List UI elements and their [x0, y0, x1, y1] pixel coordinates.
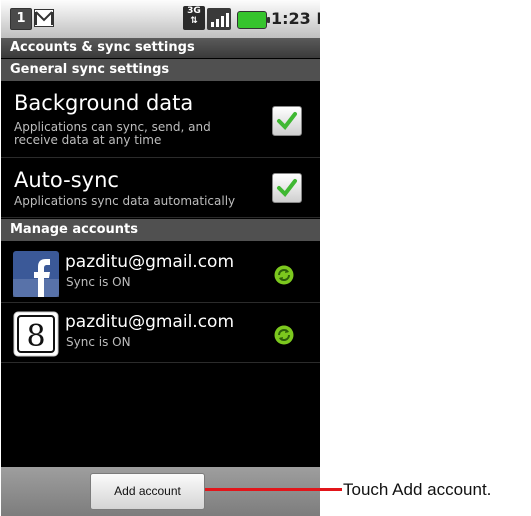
svg-text:8: 8 — [26, 319, 45, 354]
bottom-bar: Add account — [1, 467, 320, 516]
account-status: Sync is ON — [66, 335, 131, 349]
pref-title: Background data — [14, 91, 194, 115]
account-email: pazditu@gmail.com — [65, 252, 235, 272]
callout-line — [205, 488, 342, 491]
pref-title: Auto-sync — [14, 168, 119, 192]
sync-icon — [274, 325, 294, 345]
auto-sync-checkbox[interactable] — [272, 173, 302, 203]
account-status: Sync is ON — [66, 275, 131, 289]
pref-auto-sync[interactable]: Auto-sync Applications sync data automat… — [1, 158, 320, 218]
facebook-icon — [13, 251, 59, 297]
account-email: pazditu@gmail.com — [65, 312, 235, 332]
google-icon: 8 — [13, 311, 59, 357]
pref-background-data[interactable]: Background data Applications can sync, s… — [1, 81, 320, 158]
phone-screen: 1 3G ⇅ 1:23 PM Accounts & sync settings … — [1, 0, 320, 516]
clock: 1:23 PM — [271, 9, 320, 28]
add-account-button[interactable]: Add account — [90, 473, 205, 510]
background-data-checkbox[interactable] — [272, 106, 302, 136]
section-header-general: General sync settings — [1, 59, 320, 81]
checkmark-icon — [277, 112, 297, 131]
section-header-accounts: Manage accounts — [1, 219, 320, 241]
sync-icon — [274, 265, 294, 285]
page-title: Accounts & sync settings — [1, 38, 320, 58]
battery-icon — [237, 11, 270, 29]
network-3g-icon: 3G ⇅ — [183, 6, 205, 30]
account-row-facebook[interactable]: pazditu@gmail.com Sync is ON — [1, 243, 320, 303]
gmail-notification-icon — [34, 9, 54, 27]
status-bar: 1 3G ⇅ 1:23 PM — [1, 0, 320, 39]
pref-summary: Applications sync data automatically — [14, 194, 236, 208]
calendar-notification-icon: 1 — [10, 8, 32, 30]
pref-summary: Applications can sync, send, and receive… — [14, 120, 211, 147]
callout-text: Touch Add account. — [343, 480, 492, 499]
account-row-google[interactable]: 8 pazditu@gmail.com Sync is ON — [1, 303, 320, 363]
signal-strength-icon — [207, 8, 231, 30]
checkmark-icon — [277, 179, 297, 198]
